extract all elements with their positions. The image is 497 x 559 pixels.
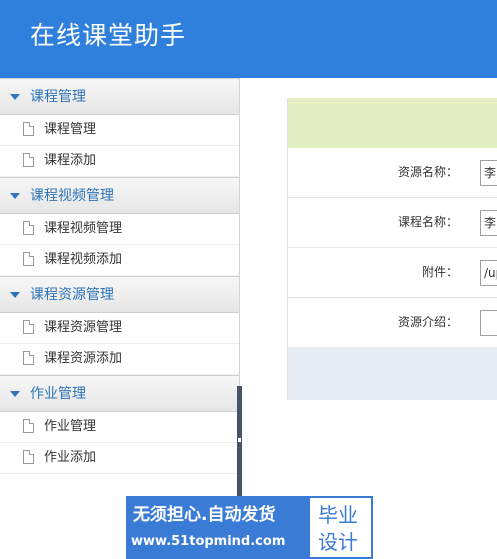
app-title: 在线课堂助手 [30,21,187,50]
field-label: 附件： [421,265,458,279]
sidebar-group-course[interactable]: 课程管理 [0,78,239,115]
caret-down-icon [10,292,20,298]
app-header: 在线课堂助手 [0,0,497,78]
sidebar-item-video-manage[interactable]: 课程视频管理 [0,214,239,245]
sidebar-item-label: 作业管理 [44,419,97,434]
sidebar-item-course-add[interactable]: 课程添加 [0,146,239,177]
watermark-banner: 无须担心.自动发货 www.51topmind.com 毕业 设计 [126,496,373,559]
sidebar-item-label: 课程资源管理 [44,320,123,335]
form-footer-bar [288,348,497,400]
sidebar-group-label: 作业管理 [30,386,86,402]
sidebar-group-video[interactable]: 课程视频管理 [0,177,239,214]
watermark-left-panel: 无须担心.自动发货 www.51topmind.com [126,496,308,559]
sidebar: 课程管理 课程管理 课程添加 课程视频管理 课程视频管理 课程视频添加 课程资源… [0,78,240,559]
sidebar-group-resource[interactable]: 课程资源管理 [0,276,239,313]
form-row-resource-intro: 资源介绍： [288,298,497,348]
main-content: 资源名称： 李 课程名称： 李 附件： /up 资源介绍： [242,78,497,559]
document-icon [23,122,34,136]
watermark-slogan: 无须担心.自动发货 [133,505,276,525]
sidebar-item-video-add[interactable]: 课程视频添加 [0,245,239,276]
document-icon [23,320,34,334]
document-icon [23,450,34,464]
course-name-input[interactable]: 李 [480,210,497,236]
sidebar-item-label: 课程资源添加 [44,351,123,366]
form-row-resource-name: 资源名称： 李 [288,148,497,198]
watermark-badge-bottom: 设计 [318,530,358,554]
sidebar-group-label: 课程管理 [30,89,86,105]
sidebar-item-label: 课程管理 [44,122,97,137]
field-label: 资源名称： [397,165,458,179]
sidebar-group-label: 课程资源管理 [30,287,114,303]
form-header-bar [288,98,497,148]
watermark-badge-top: 毕业 [318,503,358,527]
resource-name-input[interactable]: 李 [480,160,497,186]
sidebar-item-label: 课程视频添加 [44,252,123,267]
attachment-input[interactable]: /up [480,260,497,286]
sidebar-group-homework[interactable]: 作业管理 [0,375,239,412]
watermark-url: www.51topmind.com [131,534,286,549]
resource-intro-input[interactable] [480,310,497,336]
resource-form: 资源名称： 李 课程名称： 李 附件： /up 资源介绍： [287,98,497,400]
sidebar-item-homework-add[interactable]: 作业添加 [0,443,239,474]
document-icon [23,252,34,266]
caret-down-icon [10,391,20,397]
caret-down-icon [10,193,20,199]
watermark-badge: 毕业 设计 [308,496,373,559]
field-label: 课程名称： [397,215,458,229]
sidebar-item-resource-manage[interactable]: 课程资源管理 [0,313,239,344]
sidebar-item-resource-add[interactable]: 课程资源添加 [0,344,239,375]
document-icon [23,419,34,433]
sidebar-item-homework-manage[interactable]: 作业管理 [0,412,239,443]
document-icon [23,153,34,167]
sidebar-item-label: 课程添加 [44,153,97,168]
document-icon [23,221,34,235]
caret-down-icon [10,94,20,100]
sidebar-item-label: 作业添加 [44,450,97,465]
sidebar-group-label: 课程视频管理 [30,188,114,204]
sidebar-item-course-manage[interactable]: 课程管理 [0,115,239,146]
field-label: 资源介绍： [397,315,458,329]
form-row-attachment: 附件： /up [288,248,497,298]
document-icon [23,351,34,365]
form-row-course-name: 课程名称： 李 [288,198,497,248]
sidebar-item-label: 课程视频管理 [44,221,123,236]
